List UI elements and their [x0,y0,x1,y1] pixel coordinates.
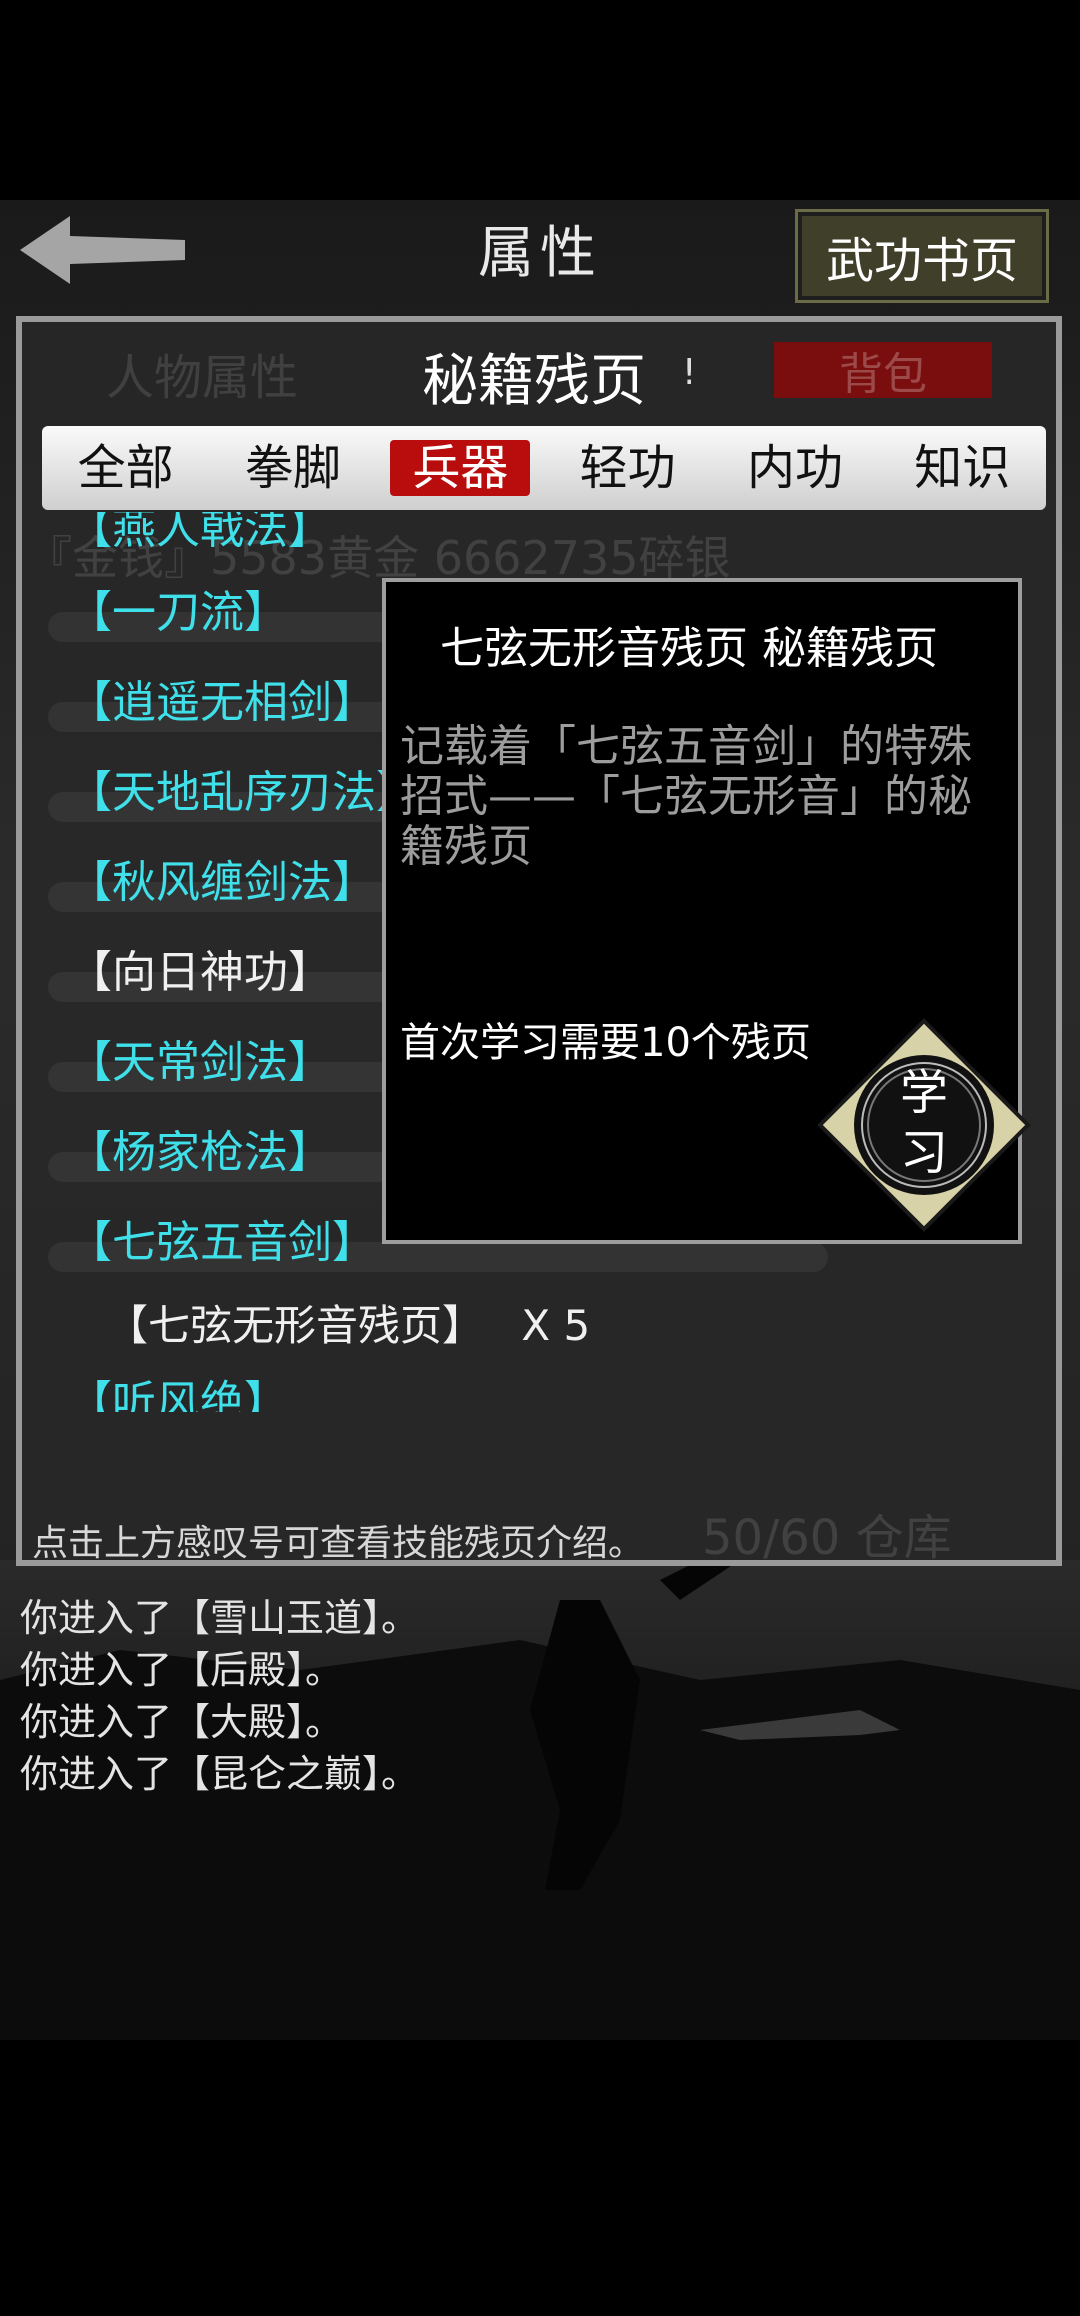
page-title: 属性 [478,221,602,286]
fragment-name: 【七弦无形音残页】 [106,1301,485,1350]
ghost-storage-text: 50/60 仓库 [702,1510,952,1566]
list-item[interactable]: 【秋风缠剑法】 [68,846,376,910]
list-item[interactable]: 【一刀流】 [68,576,288,640]
list-item[interactable]: 【听风绝】 [68,1366,288,1412]
fragment-count: X 5 [521,1301,591,1350]
tab-knowledge[interactable]: 知识 [892,440,1032,496]
category-tabs: 全部 拳脚 兵器 轻功 内功 知识 [42,426,1046,510]
log-line: 你进入了【昆仑之巅】。 [20,1752,420,1796]
log-line: 你进入了【雪山玉道】。 [20,1596,420,1640]
list-item[interactable]: 【向日神功】 [68,936,332,1000]
list-item[interactable]: 【逍遥无相剑】 [68,666,376,730]
learn-label-2: 习 [900,1125,948,1181]
tab-all[interactable]: 全部 [56,440,196,496]
popup-description: 记载着「七弦五音剑」的特殊招式——「七弦无形音」的秘籍残页 [400,721,972,872]
log-line: 你进入了【后殿】。 [20,1648,344,1692]
hint-text: 点击上方感叹号可查看技能残页介绍。 [32,1523,645,1564]
list-item[interactable]: 【七弦五音剑】 [68,1206,376,1270]
fragment-detail-popup: 七弦无形音残页 秘籍残页 记载着「七弦五音剑」的特殊招式——「七弦无形音」的秘籍… [382,578,1031,1244]
event-log: 你进入了【雪山玉道】。 你进入了【后殿】。 你进入了【大殿】。 你进入了【昆仑之… [20,1592,419,1800]
popup-requirement: 首次学习需要10个残页 [400,1020,811,1066]
popup-title: 七弦无形音残页 秘籍残页 [440,623,938,674]
tab-weapon[interactable]: 兵器 [390,440,531,496]
fragment-sub-item[interactable]: 【七弦无形音残页】 X 5 [106,1292,590,1353]
list-item[interactable]: 【燕人戟法】 [68,512,332,556]
tab-fist[interactable]: 拳脚 [223,440,363,496]
info-exclamation-icon[interactable]: ! [682,352,696,393]
panel-header: 人物属性 秘籍残页 ! 背包 [22,322,1056,414]
tab-lightness[interactable]: 轻功 [558,440,698,496]
tab-inner[interactable]: 内功 [725,440,865,496]
back-arrow-icon[interactable] [10,210,190,290]
ghost-tab-text: 人物属性 [106,350,299,406]
bag-button[interactable]: 背包 [774,342,992,400]
learn-label-1: 学 [900,1065,948,1121]
list-item[interactable]: 【杨家枪法】 [68,1116,332,1180]
list-item[interactable]: 【天常剑法】 [68,1026,332,1090]
panel-title: 秘籍残页 [422,349,646,414]
log-line: 你进入了【大殿】。 [20,1700,344,1744]
skillbook-pages-button[interactable]: 武功书页 [795,209,1049,303]
list-item[interactable]: 【天地乱序刃法】 [68,756,420,820]
learn-button[interactable]: 学 习 [816,1017,1032,1233]
